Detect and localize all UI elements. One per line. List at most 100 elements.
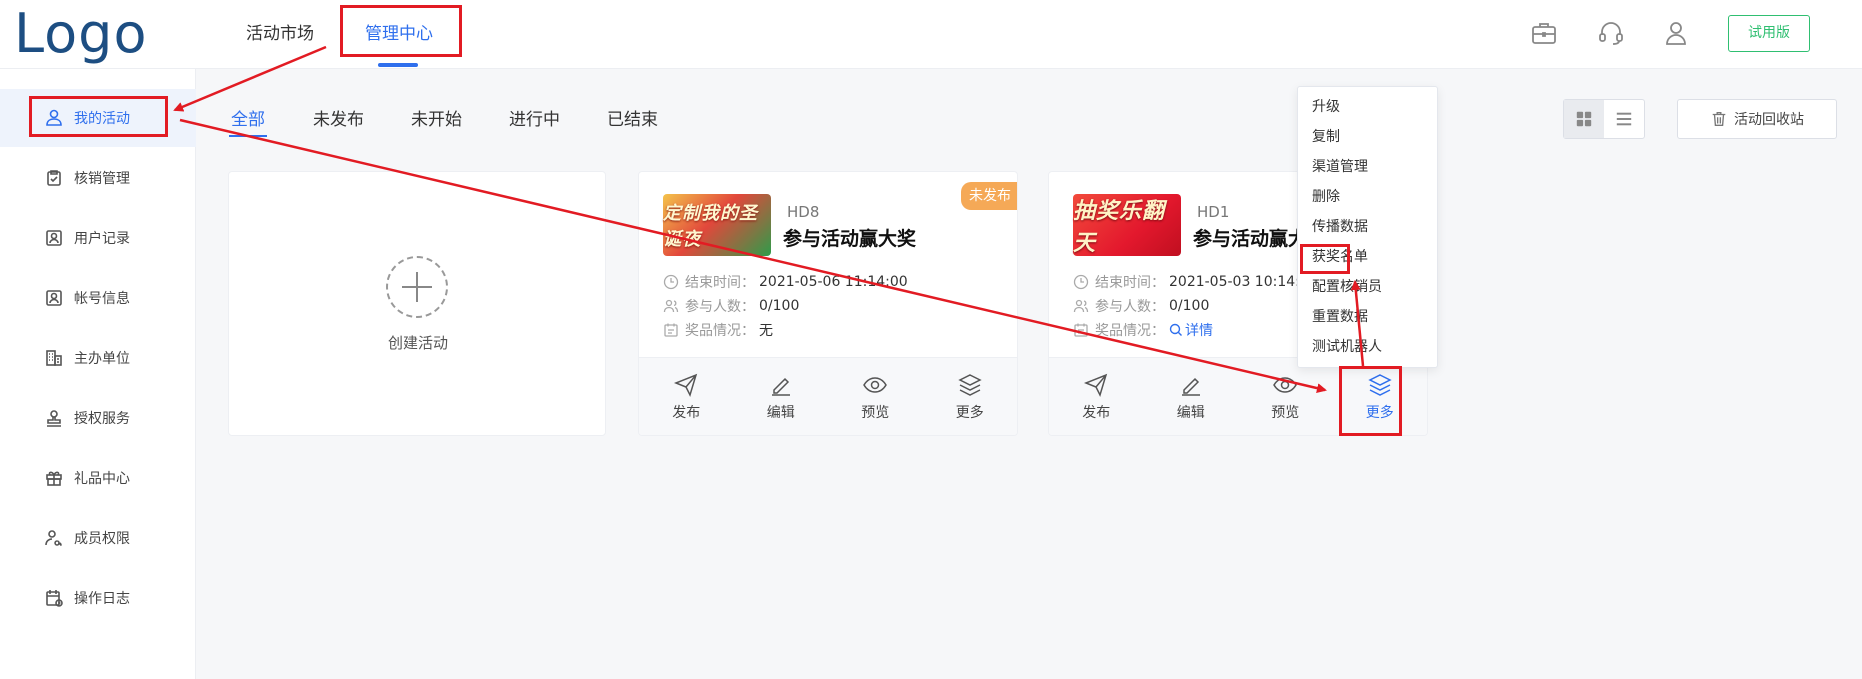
pencil-icon: [771, 377, 790, 396]
menu-item-upgrade[interactable]: 升级: [1312, 97, 1340, 117]
user-record-icon: [44, 228, 64, 248]
participants-value: 0/100: [759, 298, 800, 314]
prize-detail-link[interactable]: 详情: [1169, 320, 1213, 340]
sidebar-item-verification[interactable]: 核销管理: [0, 149, 196, 207]
menu-item-channel-management[interactable]: 渠道管理: [1312, 157, 1368, 177]
eye-icon: [1273, 376, 1298, 393]
headset-icon[interactable]: [1596, 18, 1626, 48]
prize-icon: [663, 322, 679, 338]
participants-row: 参与人数： 0/100: [1073, 296, 1209, 316]
tab-all[interactable]: 全部: [231, 108, 265, 132]
menu-item-delete[interactable]: 删除: [1312, 187, 1340, 207]
preview-button[interactable]: 预览: [1238, 358, 1333, 435]
menu-item-copy[interactable]: 复制: [1312, 127, 1340, 147]
users-icon: [1073, 298, 1089, 314]
clock-icon: [1073, 274, 1089, 290]
participants-label: 参与人数：: [1095, 299, 1165, 315]
sidebar-item-label: 操作日志: [74, 591, 130, 607]
publish-button[interactable]: 发布: [639, 358, 734, 435]
edit-label: 编辑: [766, 404, 795, 421]
member-key-icon: [44, 528, 64, 548]
activity-code: HD1: [1197, 203, 1230, 221]
create-activity-label: 创建活动: [387, 334, 448, 352]
recycle-bin-button[interactable]: 活动回收站: [1677, 99, 1837, 139]
end-time-value: 2021-05-03 10:14:0: [1169, 274, 1309, 290]
logo: Logo: [14, 2, 148, 65]
end-time-value: 2021-05-06 11:14:00: [759, 274, 908, 290]
end-time-label: 结束时间：: [685, 275, 755, 291]
sidebar-item-member-permissions[interactable]: 成员权限: [0, 509, 196, 567]
layers-icon: [958, 373, 982, 396]
participants-label: 参与人数：: [685, 299, 755, 315]
gift-icon: [44, 468, 64, 488]
users-icon: [663, 298, 679, 314]
account-icon: [44, 288, 64, 308]
sidebar-item-operation-log[interactable]: 操作日志: [0, 569, 196, 627]
trial-button[interactable]: 试用版: [1728, 15, 1810, 52]
end-time-label: 结束时间：: [1095, 275, 1165, 291]
prize-detail-label: 详情: [1185, 323, 1213, 339]
view-toggle: [1563, 99, 1645, 139]
prize-label: 奖品情况：: [685, 323, 755, 339]
clock-icon: [663, 274, 679, 290]
sidebar-item-label: 礼品中心: [74, 471, 130, 487]
sidebar-item-label: 核销管理: [74, 171, 130, 187]
menu-item-config-verifier[interactable]: 配置核销员: [1312, 277, 1382, 297]
more-button[interactable]: 更多: [923, 358, 1018, 435]
sidebar: 我的活动 核销管理 用户记录 帐号信息 主办单位 授权服务 礼品中心 成员权限 …: [0, 69, 196, 679]
menu-item-reset-data[interactable]: 重置数据: [1312, 307, 1368, 327]
menu-item-spread-data[interactable]: 传播数据: [1312, 217, 1368, 237]
tab-not-started[interactable]: 未开始: [411, 108, 462, 132]
prize-value: 无: [759, 323, 773, 339]
end-time-row: 结束时间： 2021-05-06 11:14:00: [663, 272, 908, 292]
sidebar-item-authorization[interactable]: 授权服务: [0, 389, 196, 447]
prize-label: 奖品情况：: [1095, 323, 1165, 339]
activity-card[interactable]: 定制我的圣诞夜 HD8 参与活动赢大奖 未发布 结束时间： 2021-05-06…: [638, 171, 1018, 436]
activity-title: 参与活动赢大: [1193, 228, 1308, 250]
tab-ended[interactable]: 已结束: [607, 108, 658, 132]
sidebar-item-label: 用户记录: [74, 231, 130, 247]
list-icon: [1616, 112, 1632, 126]
annotation-box-my-activities: [29, 96, 168, 137]
nav-activity-market[interactable]: 活动市场: [246, 22, 314, 46]
user-icon[interactable]: [1661, 18, 1691, 48]
trash-icon: [1712, 112, 1726, 126]
participants-value: 0/100: [1169, 298, 1210, 314]
sidebar-item-account-info[interactable]: 帐号信息: [0, 269, 196, 327]
status-badge: 未发布: [961, 182, 1017, 210]
create-activity-card[interactable]: 创建活动: [228, 171, 606, 436]
prize-row: 奖品情况： 详情: [1073, 320, 1213, 340]
preview-label: 预览: [861, 404, 890, 421]
publish-label: 发布: [672, 404, 701, 421]
activity-thumbnail: 定制我的圣诞夜: [663, 194, 771, 256]
sidebar-item-label: 成员权限: [74, 531, 130, 547]
preview-label: 预览: [1271, 404, 1300, 421]
pencil-icon: [1181, 377, 1200, 396]
sidebar-item-user-records[interactable]: 用户记录: [0, 209, 196, 267]
list-view-button[interactable]: [1604, 100, 1644, 138]
more-dropdown-menu: 升级 复制 渠道管理 删除 传播数据 获奖名单 配置核销员 重置数据 测试机器人: [1297, 86, 1438, 368]
menu-item-test-robot[interactable]: 测试机器人: [1312, 337, 1382, 357]
publish-button[interactable]: 发布: [1049, 358, 1144, 435]
tab-unpublished[interactable]: 未发布: [313, 108, 364, 132]
annotation-box-management-center: [340, 5, 462, 57]
briefcase-icon[interactable]: [1529, 18, 1559, 48]
participants-row: 参与人数： 0/100: [663, 296, 799, 316]
sidebar-item-label: 授权服务: [74, 411, 130, 427]
paper-plane-icon: [1084, 373, 1108, 397]
top-header: Logo 活动市场 管理中心 试用版: [0, 0, 1862, 69]
edit-button[interactable]: 编辑: [1144, 358, 1239, 435]
more-label: 更多: [955, 404, 984, 421]
sidebar-item-gift-center[interactable]: 礼品中心: [0, 449, 196, 507]
edit-button[interactable]: 编辑: [734, 358, 829, 435]
nav-active-underline: [378, 63, 418, 67]
preview-button[interactable]: 预览: [828, 358, 923, 435]
building-icon: [44, 348, 64, 368]
activity-thumbnail: 抽奖乐翻天: [1073, 194, 1181, 256]
grid-view-button[interactable]: [1564, 100, 1604, 138]
sidebar-item-organizer[interactable]: 主办单位: [0, 329, 196, 387]
activity-code: HD8: [787, 203, 820, 221]
end-time-row: 结束时间： 2021-05-03 10:14:0: [1073, 272, 1309, 292]
tab-in-progress[interactable]: 进行中: [509, 108, 560, 132]
paper-plane-icon: [674, 373, 698, 397]
